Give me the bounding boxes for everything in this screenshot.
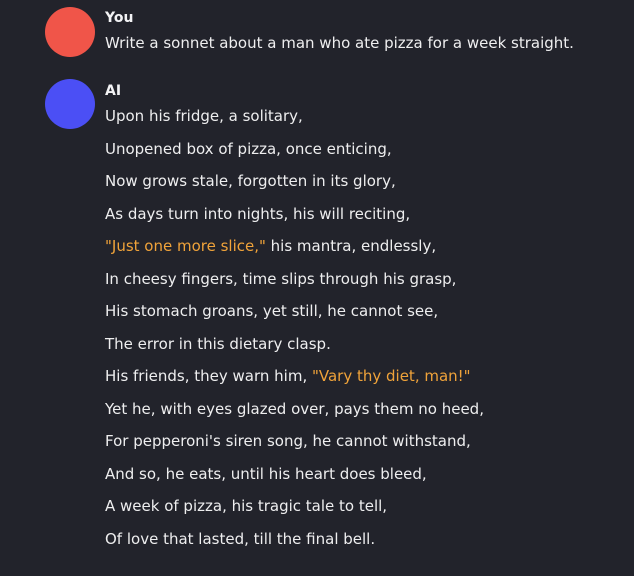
- ai-sender-name: AI: [105, 83, 122, 99]
- poem-quote-highlight: "Just one more slice,": [105, 237, 266, 255]
- chat-transcript: You Write a sonnet about a man who ate p…: [0, 0, 634, 576]
- poem-line-13: A week of pizza, his tragic tale to tell…: [105, 497, 388, 515]
- poem-line-3: Now grows stale, forgotten in its glory,: [105, 172, 396, 190]
- user-prompt-text: Write a sonnet about a man who ate pizza…: [105, 34, 574, 52]
- poem-quote-highlight: "Vary thy diet, man!": [311, 367, 471, 385]
- poem-line-12: And so, he eats, until his heart does bl…: [105, 465, 427, 483]
- user-avatar: [45, 7, 95, 57]
- poem-line-4: As days turn into nights, his will recit…: [105, 205, 411, 223]
- ai-avatar: [45, 79, 95, 129]
- poem-line-11: For pepperoni's siren song, he cannot wi…: [105, 432, 471, 450]
- poem-line-1: Upon his fridge, a solitary,: [105, 107, 303, 125]
- poem-line-7: His stomach groans, yet still, he cannot…: [105, 302, 439, 320]
- user-sender-name: You: [105, 10, 134, 26]
- poem-line-text: his mantra, endlessly,: [265, 237, 437, 255]
- poem-line-6: In cheesy fingers, time slips through hi…: [105, 270, 457, 288]
- poem-line-5: "Just one more slice," his mantra, endle…: [105, 236, 436, 256]
- poem-line-10: Yet he, with eyes glazed over, pays them…: [105, 400, 484, 418]
- poem-line-14: Of love that lasted, till the final bell…: [105, 530, 376, 548]
- poem-line-text: His friends, they warn him,: [105, 367, 312, 385]
- poem-line-2: Unopened box of pizza, once enticing,: [105, 140, 392, 158]
- poem-line-9: His friends, they warn him, "Vary thy di…: [105, 366, 471, 386]
- poem-line-8: The error in this dietary clasp.: [105, 335, 331, 353]
